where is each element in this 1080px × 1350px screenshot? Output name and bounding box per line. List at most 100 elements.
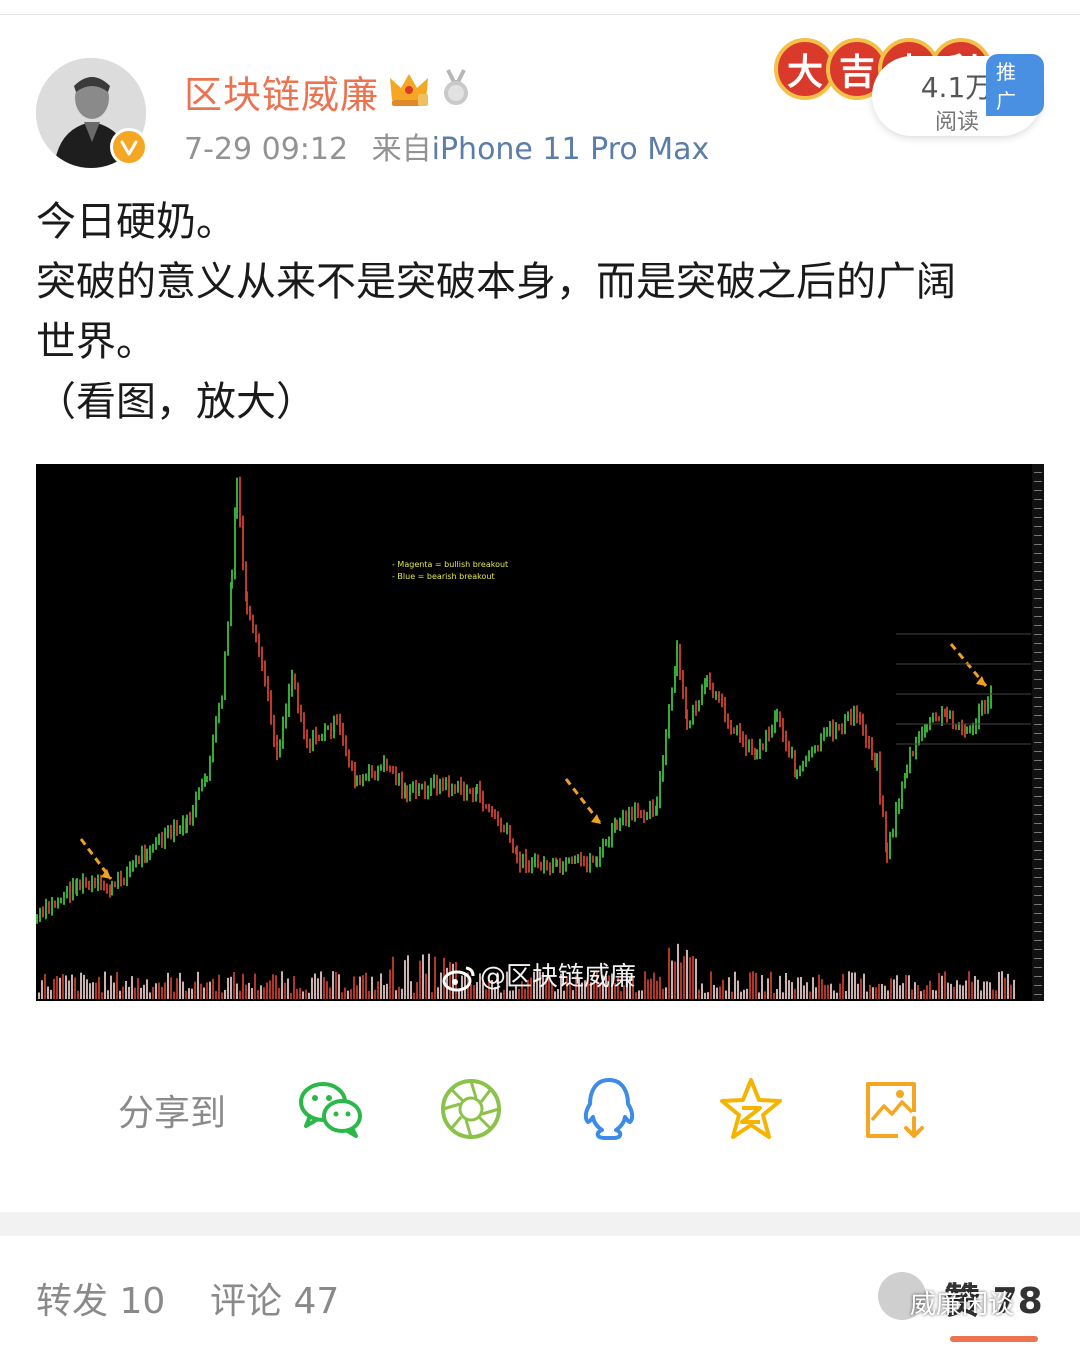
candle-mark [236,477,238,519]
repost-button[interactable]: 转发 10 [36,1272,165,1324]
axis-tick [1034,535,1042,536]
axis-tick [1034,715,1042,716]
candle-mark [605,838,607,847]
post-source[interactable]: iPhone 11 Pro Max [432,132,710,167]
volume-bar [356,985,358,999]
candle-mark [138,855,140,865]
candle-mark [135,855,137,868]
volume-bar [248,982,250,999]
candle-mark [981,700,983,716]
candle-mark [186,814,188,833]
volume-bar [419,960,421,999]
axis-tick [1034,580,1042,581]
volume-bar [335,972,337,999]
chart-legend: - Magenta = bullish breakout - Blue = be… [392,559,508,583]
candle-mark [114,881,116,888]
candle-mark [718,691,720,703]
candle-mark [966,726,968,734]
favorite-star-icon[interactable] [716,1076,786,1142]
candle-mark [315,726,317,745]
candle-mark [932,712,934,723]
candle-mark [724,696,726,723]
volume-bar [788,980,790,999]
candle-mark [155,837,157,850]
candle-mark [715,691,717,700]
candle-mark [173,819,175,843]
volume-bar [77,990,79,999]
volume-bar [68,980,70,999]
candle-mark [859,711,861,725]
volume-bar [398,986,400,999]
candle-mark [330,722,332,740]
username[interactable]: 区块链威廉 [184,64,379,119]
volume-bar [215,991,217,999]
candle-mark [401,771,403,799]
candle-mark [622,809,624,826]
chart-image[interactable]: - Magenta = bullish breakout - Blue = be… [36,464,1044,1001]
candle-mark [832,719,834,742]
candle-mark [389,765,391,773]
candle-mark [583,855,585,867]
volume-bar [50,989,52,999]
volume-bar [932,989,934,999]
axis-tick [1034,949,1042,950]
candle-mark [668,704,670,739]
candle-mark [433,774,435,789]
candle-mark [218,702,220,724]
comment-button[interactable]: 评论 47 [210,1272,339,1324]
candle-mark [771,724,773,738]
volume-bar [431,992,433,999]
candle-mark [665,729,667,766]
qq-icon[interactable] [574,1076,644,1142]
volume-bar [929,980,931,999]
moments-icon[interactable] [436,1076,506,1142]
volume-bar [1001,971,1003,999]
axis-tick [1034,724,1042,725]
candle-mark [909,746,911,774]
save-image-icon[interactable] [858,1076,928,1142]
volume-bar [62,974,64,999]
candle-mark [611,822,613,848]
volume-bar [200,983,202,999]
volume-bar [290,992,292,999]
post-meta: 7-29 09:12 来自iPhone 11 Pro Max [184,124,709,168]
candle-mark [97,874,99,892]
volume-bar [818,974,820,999]
volume-bar [242,973,244,999]
candle-mark [242,515,244,571]
candle-mark [853,705,855,726]
axis-tick [1034,544,1042,545]
vip-crown-icon[interactable] [388,70,430,108]
candle-mark [646,811,648,821]
volume-bar [344,987,346,999]
volume-bar [764,991,766,999]
candle-mark [540,862,542,871]
axis-tick [1034,742,1042,743]
volume-bar [965,980,967,999]
candle-mark [291,669,293,697]
volume-bar [875,987,877,999]
candle-mark [383,755,385,773]
volume-bar [797,977,799,999]
volume-bar [749,972,751,999]
wechat-icon[interactable] [296,1076,366,1142]
volume-bar [707,992,709,999]
candle-mark [445,777,447,791]
candle-mark [656,796,658,816]
candle-mark [63,891,65,905]
axis-tick [1034,661,1042,662]
candle-mark [479,780,481,803]
volume-bar [338,974,340,999]
candle-mark [745,734,747,757]
candle-mark [54,900,56,908]
volume-bar [821,979,823,999]
promo-widget[interactable]: 大 吉 大 利 4.1万 阅读 推广 [774,36,1044,140]
candle-mark [616,819,618,830]
candle-mark [72,877,74,901]
candle-mark [392,765,394,774]
candle-mark [975,718,977,735]
candle-mark [66,885,68,899]
promo-tag: 推广 [986,54,1044,116]
volume-bar [869,984,871,999]
medal-icon[interactable] [440,68,472,108]
